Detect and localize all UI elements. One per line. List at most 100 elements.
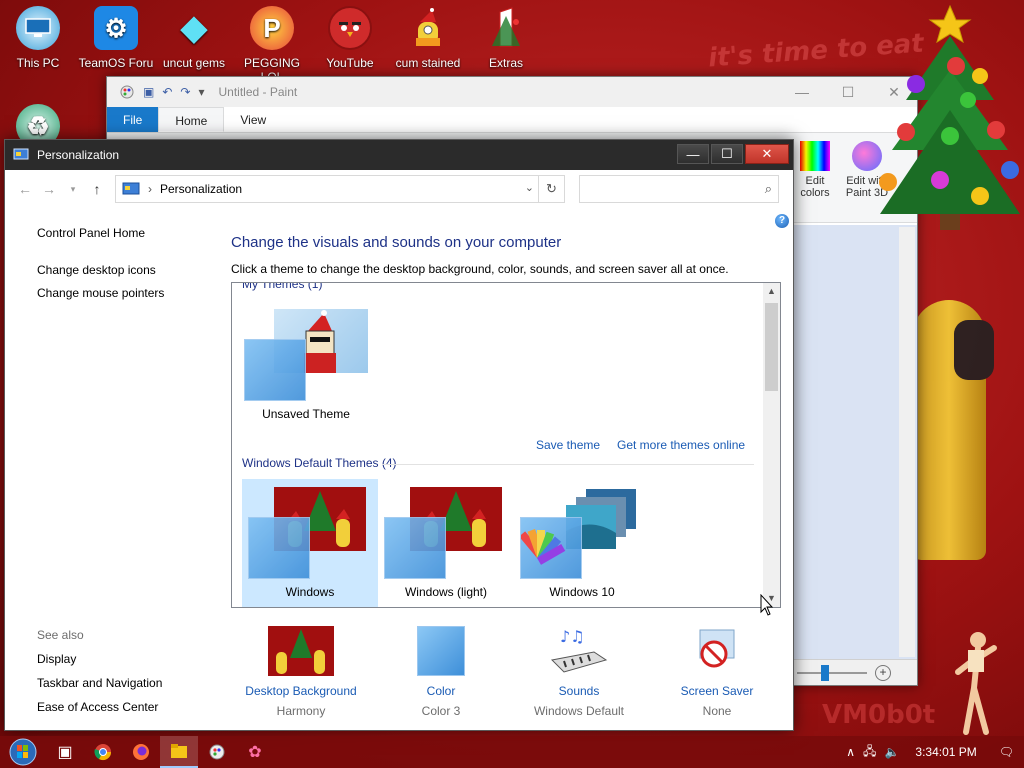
window-title-bar[interactable]: Personalization — ☐ ✕ bbox=[5, 140, 793, 170]
sounds-link[interactable]: Sounds bbox=[509, 684, 649, 698]
paint-title-bar[interactable]: ▣ ↶ ↷ ▾ Untitled - Paint — ☐ ✕ bbox=[107, 77, 917, 107]
theme-item-windows-light[interactable]: Windows (light) bbox=[378, 479, 514, 607]
theme-color-tile bbox=[244, 339, 306, 401]
taskbar-navigation-link[interactable]: Taskbar and Navigation bbox=[37, 676, 162, 690]
desktop-background-link[interactable]: Desktop Background bbox=[231, 684, 371, 698]
angry-bird-icon bbox=[328, 6, 372, 50]
file-explorer-icon[interactable] bbox=[160, 736, 198, 768]
customize-qat-icon[interactable]: ▾ bbox=[198, 85, 204, 99]
action-center-icon[interactable]: 🗨 bbox=[999, 745, 1014, 759]
sounds-item[interactable]: ♪♫ Sounds Windows Default bbox=[509, 626, 649, 718]
theme-list-scrollbar[interactable]: ▲ ▼ bbox=[763, 283, 780, 607]
minimize-button[interactable]: — bbox=[677, 144, 709, 164]
theme-item-unsaved[interactable]: Unsaved Theme bbox=[238, 301, 374, 429]
color-item[interactable]: Color Color 3 bbox=[371, 626, 511, 718]
desktop-icon-extras[interactable]: Extras bbox=[468, 6, 544, 70]
maximize-button[interactable]: ☐ bbox=[711, 144, 743, 164]
windows-orb-icon bbox=[9, 738, 37, 766]
color-value: Color 3 bbox=[421, 704, 461, 718]
chrome-icon[interactable] bbox=[84, 736, 122, 768]
desktop-background-icon bbox=[268, 626, 334, 676]
refresh-icon[interactable]: ↻ bbox=[539, 175, 565, 203]
save-theme-link[interactable]: Save theme bbox=[536, 438, 600, 452]
desktop-icon-uncut-gems[interactable]: ◆ uncut gems bbox=[156, 6, 232, 70]
desktop-icon-youtube[interactable]: YouTube bbox=[312, 6, 388, 70]
desktop-icon-label: This PC bbox=[16, 56, 60, 70]
change-desktop-icons-link[interactable]: Change desktop icons bbox=[37, 263, 217, 277]
desktop-icon-cum-stained[interactable]: cum stained bbox=[390, 6, 466, 70]
theme-color-tile bbox=[519, 517, 582, 579]
scroll-up-icon[interactable]: ▲ bbox=[763, 283, 780, 300]
volume-icon[interactable]: 🔈 bbox=[884, 745, 899, 759]
zoom-in-icon[interactable]: + bbox=[875, 665, 891, 681]
christmas-tree-decoration bbox=[879, 4, 1020, 230]
close-button[interactable]: ✕ bbox=[745, 144, 789, 164]
paint-maximize-button[interactable]: ☐ bbox=[825, 77, 871, 107]
help-icon[interactable]: ? bbox=[775, 214, 789, 228]
screen-saver-icon bbox=[684, 626, 750, 676]
wallpaper-minion bbox=[912, 300, 994, 560]
address-bar[interactable]: › Personalization ⌄ bbox=[115, 175, 539, 203]
theme-color-tile bbox=[248, 517, 310, 579]
sounds-icon: ♪♫ bbox=[546, 626, 612, 676]
search-icon[interactable]: ⌕ bbox=[765, 181, 772, 197]
undo-icon[interactable]: ↶ bbox=[162, 85, 172, 99]
theme-list[interactable]: My Themes (1) Unsaved Theme Save theme G… bbox=[231, 282, 781, 608]
desktop-icon-this-pc[interactable]: This PC bbox=[0, 6, 76, 70]
paint-minimize-button[interactable]: — bbox=[779, 77, 825, 107]
change-mouse-pointers-link[interactable]: Change mouse pointers bbox=[37, 286, 217, 300]
clock[interactable]: 3:34:01 PM bbox=[915, 745, 976, 759]
wallpaper-watermark: VM0b0t bbox=[822, 700, 936, 730]
mouse-cursor-icon bbox=[760, 594, 774, 616]
control-panel-home-link[interactable]: Control Panel Home bbox=[37, 226, 217, 240]
screen-saver-item[interactable]: Screen Saver None bbox=[647, 626, 787, 718]
theme-label: Windows 10 bbox=[549, 585, 615, 599]
address-dropdown-icon[interactable]: ⌄ bbox=[525, 181, 534, 194]
breadcrumb[interactable]: Personalization bbox=[160, 182, 242, 196]
desktop-icon-pegging[interactable]: P PEGGING LOL bbox=[234, 6, 310, 84]
zoom-slider-track[interactable] bbox=[797, 672, 867, 674]
paint-icon[interactable] bbox=[198, 736, 236, 768]
page-description: Click a theme to change the desktop back… bbox=[231, 262, 729, 276]
network-icon[interactable]: 🖧 bbox=[863, 742, 876, 763]
ease-of-access-link[interactable]: Ease of Access Center bbox=[37, 700, 162, 714]
firefox-icon[interactable] bbox=[122, 736, 160, 768]
search-input[interactable]: ⌕ bbox=[579, 175, 779, 203]
get-more-themes-link[interactable]: Get more themes online bbox=[617, 438, 745, 452]
game-icon[interactable]: ✿ bbox=[236, 736, 274, 768]
display-link[interactable]: Display bbox=[37, 652, 162, 666]
christmas-door-icon bbox=[484, 6, 528, 50]
paint-vertical-scrollbar[interactable] bbox=[899, 227, 915, 657]
task-view-icon[interactable]: ▣ bbox=[46, 736, 84, 768]
show-hidden-icons-icon[interactable]: ∧ bbox=[846, 745, 855, 759]
up-arrow-icon[interactable]: ↑ bbox=[85, 181, 109, 197]
theme-item-windows-10[interactable]: Windows 10 bbox=[514, 479, 650, 607]
forward-arrow-icon[interactable]: → bbox=[37, 181, 61, 197]
back-arrow-icon[interactable]: ← bbox=[13, 181, 37, 197]
paint-tab-view[interactable]: View bbox=[224, 107, 282, 132]
color-link[interactable]: Color bbox=[371, 684, 511, 698]
screen-saver-link[interactable]: Screen Saver bbox=[647, 684, 787, 698]
zoom-slider-thumb[interactable] bbox=[821, 665, 829, 681]
p-logo-icon: P bbox=[250, 6, 294, 50]
left-navigation-pane: Control Panel Home Change desktop icons … bbox=[37, 226, 217, 309]
theme-components-bar: Desktop Background Harmony Color Color 3… bbox=[231, 626, 781, 726]
theme-color-tile bbox=[384, 517, 446, 579]
breadcrumb-separator-icon[interactable]: › bbox=[148, 182, 152, 196]
desktop-icon-label: TeamOS Foru bbox=[78, 56, 154, 70]
scroll-thumb[interactable] bbox=[765, 303, 778, 391]
start-button[interactable] bbox=[0, 736, 46, 768]
paint-title: Untitled - Paint bbox=[218, 85, 298, 99]
save-icon[interactable]: ▣ bbox=[143, 85, 154, 99]
navigation-bar: ← → ▾ ↑ › Personalization ⌄ ↻ ⌕ bbox=[13, 175, 785, 203]
theme-item-windows[interactable]: Windows bbox=[242, 479, 378, 607]
desktop-background-item[interactable]: Desktop Background Harmony bbox=[231, 626, 371, 718]
paint-tab-file[interactable]: File bbox=[107, 107, 159, 132]
redo-icon[interactable]: ↷ bbox=[180, 85, 190, 99]
paint-tab-home[interactable]: Home bbox=[158, 107, 225, 132]
desktop-icon-teamos[interactable]: ⚙ TeamOS Foru bbox=[78, 6, 154, 70]
personalization-window[interactable]: Personalization — ☐ ✕ ← → ▾ ↑ › Personal… bbox=[4, 139, 794, 731]
edit-colors-button[interactable]: Edit colors bbox=[791, 141, 839, 199]
control-panel-icon bbox=[122, 182, 140, 196]
recent-locations-chevron-icon[interactable]: ▾ bbox=[61, 184, 85, 195]
